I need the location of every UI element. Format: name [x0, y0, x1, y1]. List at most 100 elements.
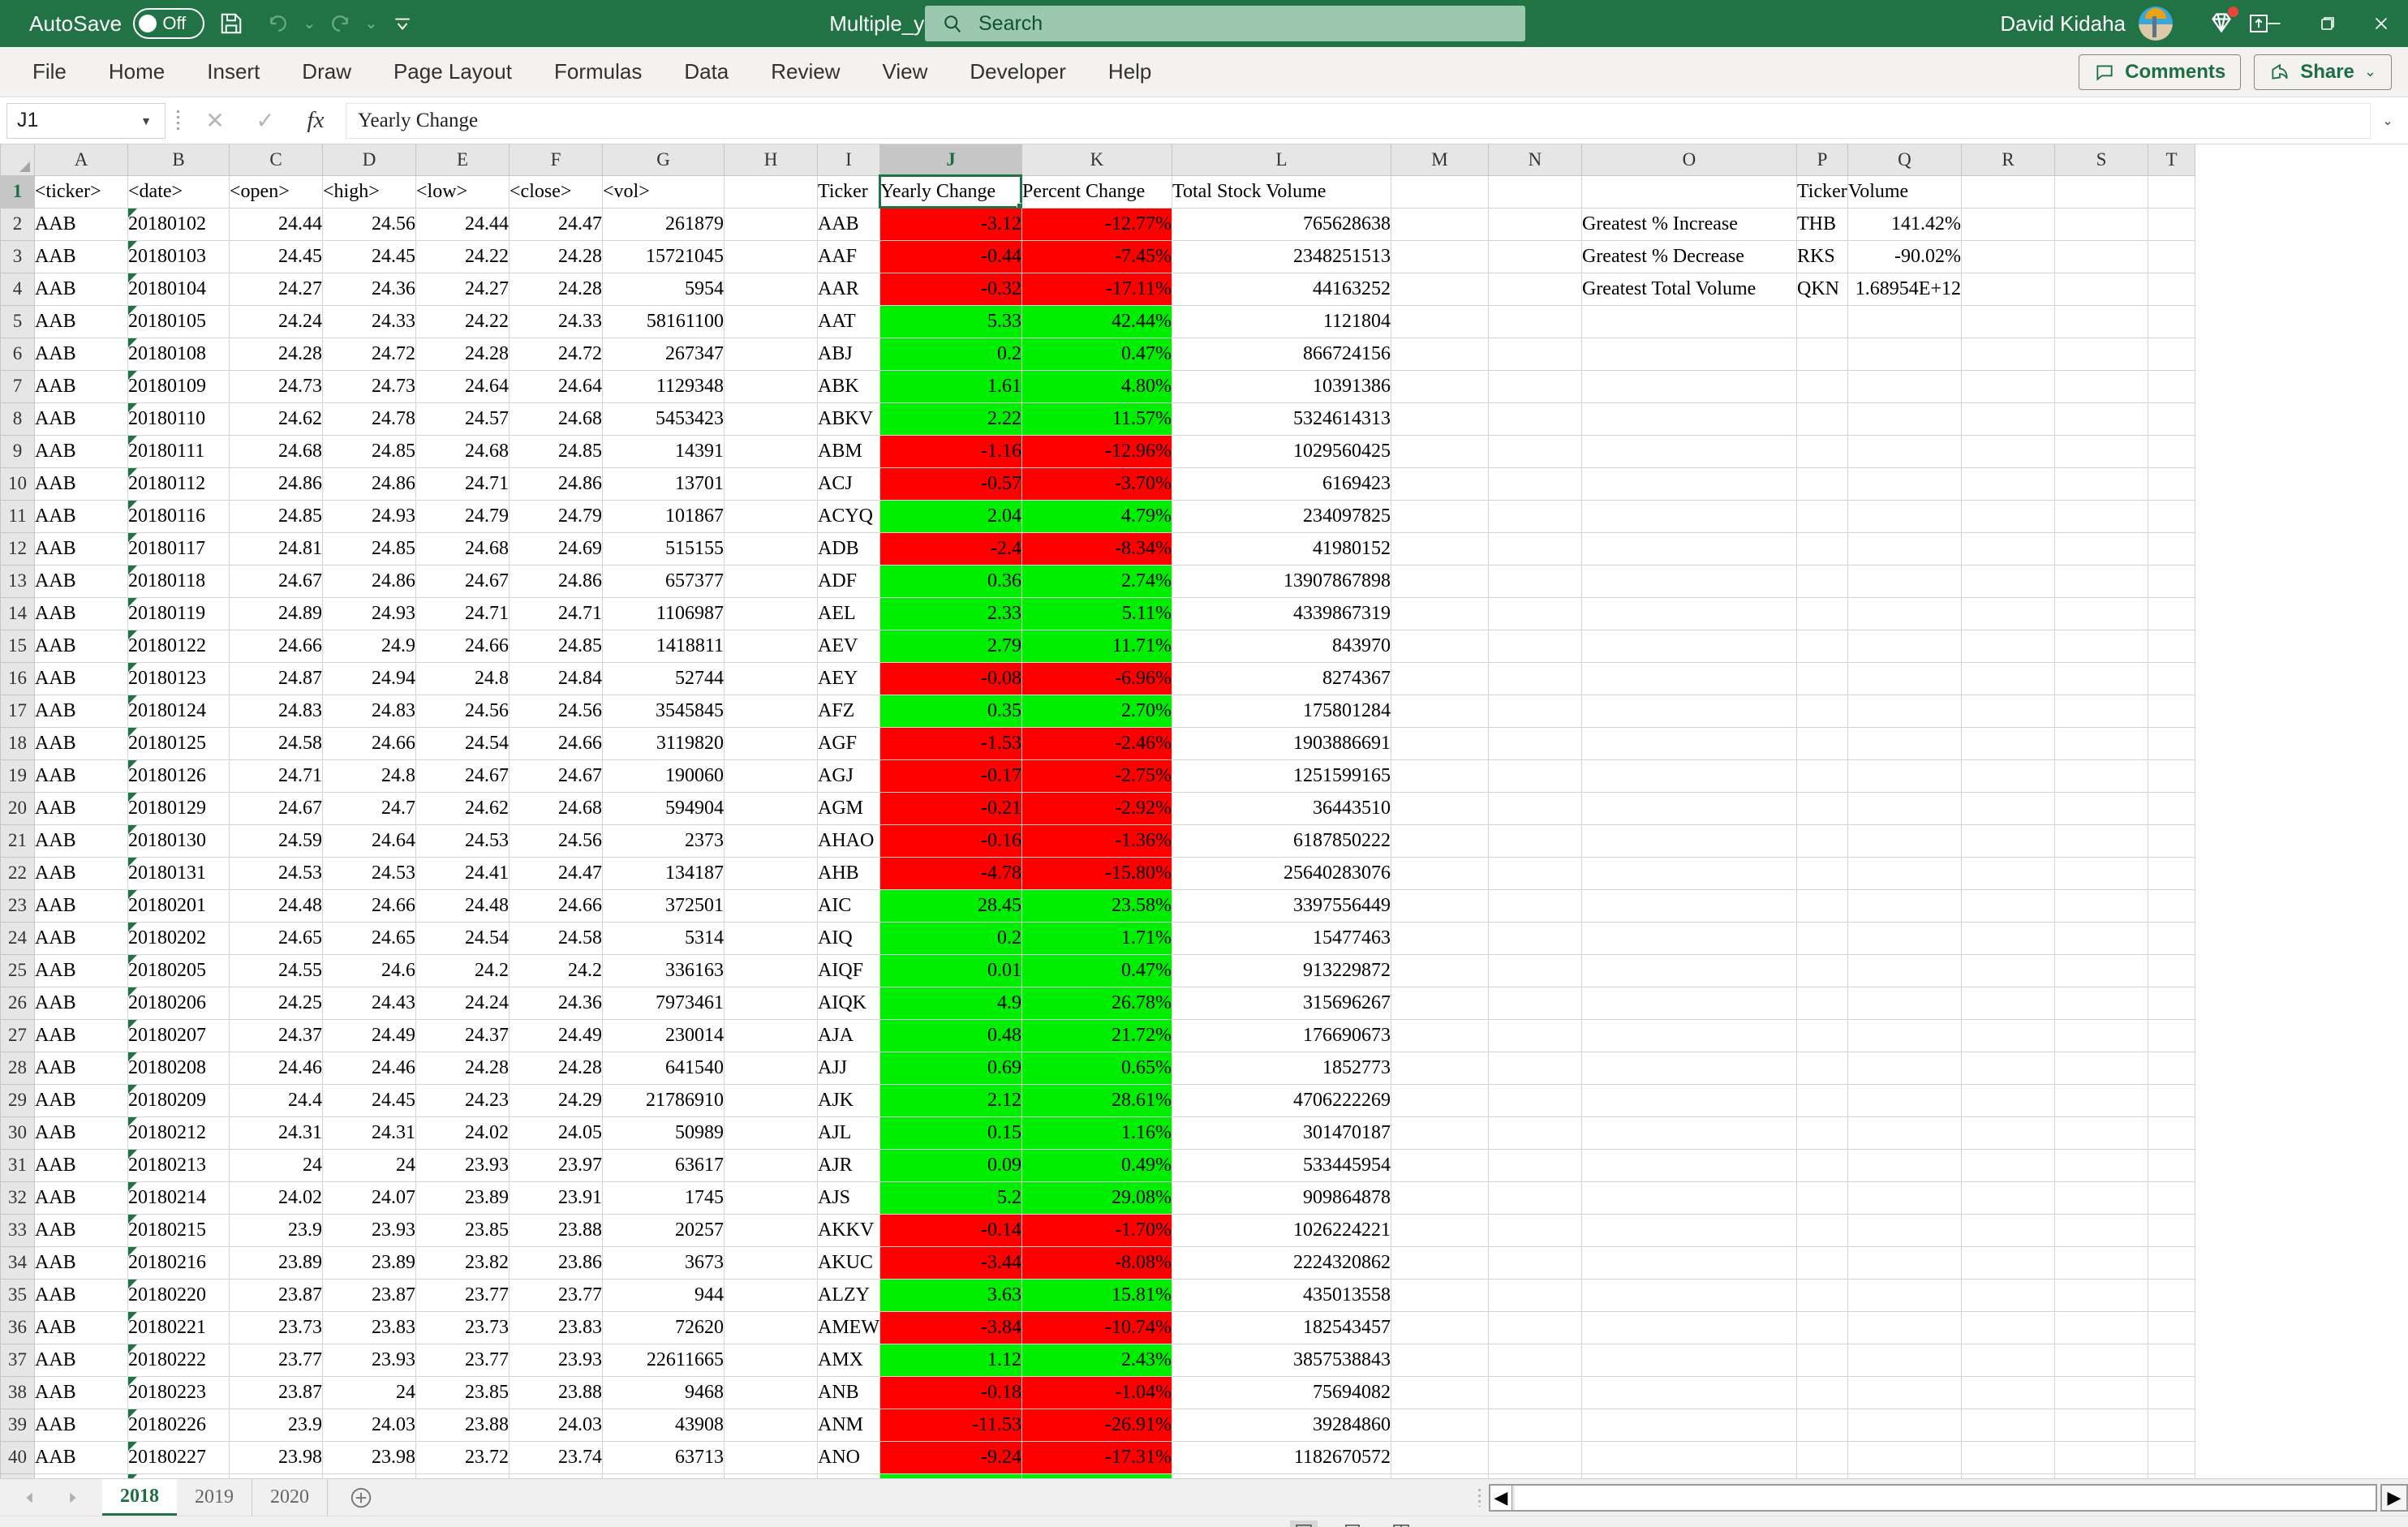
cell-I17[interactable]: AFZ	[817, 695, 880, 728]
cell-O39[interactable]	[1581, 1409, 1797, 1442]
cell-D29[interactable]: 24.45	[322, 1084, 416, 1117]
cell-Q21[interactable]	[1847, 824, 1962, 858]
cell-N37[interactable]	[1488, 1344, 1582, 1377]
cell-Q26[interactable]	[1847, 987, 1962, 1020]
cell-G17[interactable]: 3545845	[602, 695, 725, 728]
cell-J26[interactable]: 4.9	[879, 987, 1022, 1020]
cell-L5[interactable]: 1121804	[1172, 305, 1391, 338]
cell-B13[interactable]: 20180118	[127, 565, 230, 598]
cell-G16[interactable]: 52744	[602, 662, 725, 695]
cell-Q11[interactable]	[1847, 500, 1962, 533]
cell-D23[interactable]: 24.66	[322, 889, 416, 923]
cell-Q28[interactable]	[1847, 1052, 1962, 1085]
cell-B16[interactable]: 20180123	[127, 662, 230, 695]
cell-C1[interactable]: <open>	[229, 175, 323, 209]
cell-N35[interactable]	[1488, 1279, 1582, 1312]
cell-I9[interactable]: ABM	[817, 435, 880, 468]
cell-K3[interactable]: -7.45%	[1021, 240, 1172, 273]
cell-H11[interactable]	[724, 500, 818, 533]
cell-D34[interactable]: 23.89	[322, 1246, 416, 1280]
row-header-34[interactable]: 34	[0, 1245, 35, 1280]
name-box[interactable]: J1 ▼	[6, 102, 166, 139]
autosave-switch[interactable]: Off	[133, 8, 205, 39]
cell-N11[interactable]	[1488, 500, 1582, 533]
cell-L33[interactable]: 1026224221	[1172, 1214, 1391, 1247]
cell-F28[interactable]: 24.28	[509, 1052, 603, 1085]
cell-K21[interactable]: -1.36%	[1021, 824, 1172, 858]
cell-S17[interactable]	[2054, 695, 2148, 728]
cell-N33[interactable]	[1488, 1214, 1582, 1247]
cell-N34[interactable]	[1488, 1246, 1582, 1280]
cell-J25[interactable]: 0.01	[879, 954, 1022, 987]
cell-Q36[interactable]	[1847, 1311, 1962, 1344]
cell-I22[interactable]: AHB	[817, 857, 880, 890]
cell-R10[interactable]	[1961, 467, 2055, 501]
save-icon[interactable]	[204, 0, 258, 47]
cell-F12[interactable]: 24.69	[509, 532, 603, 566]
cell-J2[interactable]: -3.12	[879, 208, 1022, 241]
cell-F2[interactable]: 24.47	[509, 208, 603, 241]
cell-F31[interactable]: 23.97	[509, 1149, 603, 1182]
cell-E22[interactable]: 24.41	[415, 857, 510, 890]
cell-S31[interactable]	[2054, 1149, 2148, 1182]
cell-N15[interactable]	[1488, 630, 1582, 663]
cell-I6[interactable]: ABJ	[817, 338, 880, 371]
cell-B31[interactable]: 20180213	[127, 1149, 230, 1182]
column-header-e[interactable]: E	[415, 144, 510, 176]
cell-M13[interactable]	[1391, 565, 1489, 598]
cell-A31[interactable]: AAB	[34, 1149, 128, 1182]
cell-O38[interactable]	[1581, 1376, 1797, 1409]
cell-I8[interactable]: ABKV	[817, 402, 880, 436]
cell-S24[interactable]	[2054, 922, 2148, 955]
cell-I29[interactable]: AJK	[817, 1084, 880, 1117]
cell-I26[interactable]: AIQK	[817, 987, 880, 1020]
cell-R31[interactable]	[1961, 1149, 2055, 1182]
column-header-h[interactable]: H	[724, 144, 818, 176]
column-header-a[interactable]: A	[34, 144, 128, 176]
cell-F4[interactable]: 24.28	[509, 273, 603, 306]
cell-J10[interactable]: -0.57	[879, 467, 1022, 501]
cell-C35[interactable]: 23.87	[229, 1279, 323, 1312]
cell-H18[interactable]	[724, 727, 818, 760]
cell-C4[interactable]: 24.27	[229, 273, 323, 306]
cell-H4[interactable]	[724, 273, 818, 306]
cell-Q15[interactable]	[1847, 630, 1962, 663]
cell-R17[interactable]	[1961, 695, 2055, 728]
cell-L4[interactable]: 44163252	[1172, 273, 1391, 306]
cell-J32[interactable]: 5.2	[879, 1181, 1022, 1215]
row-header-10[interactable]: 10	[0, 467, 35, 501]
insert-function-icon[interactable]: fx	[290, 103, 341, 139]
cell-R38[interactable]	[1961, 1376, 2055, 1409]
cell-D6[interactable]: 24.72	[322, 338, 416, 371]
cell-T35[interactable]	[2148, 1279, 2195, 1312]
formula-input[interactable]: Yearly Change	[346, 102, 2371, 139]
cell-H6[interactable]	[724, 338, 818, 371]
cell-L8[interactable]: 5324614313	[1172, 402, 1391, 436]
cell-E30[interactable]: 24.02	[415, 1116, 510, 1150]
cell-H19[interactable]	[724, 759, 818, 793]
cell-M27[interactable]	[1391, 1019, 1489, 1052]
cell-D26[interactable]: 24.43	[322, 987, 416, 1020]
cell-N9[interactable]	[1488, 435, 1582, 468]
cell-M22[interactable]	[1391, 857, 1489, 890]
cell-G21[interactable]: 2373	[602, 824, 725, 858]
cell-M23[interactable]	[1391, 889, 1489, 923]
customize-toolbar-icon[interactable]	[381, 0, 424, 47]
cell-I32[interactable]: AJS	[817, 1181, 880, 1215]
cell-H9[interactable]	[724, 435, 818, 468]
cell-I25[interactable]: AIQF	[817, 954, 880, 987]
cell-K22[interactable]: -15.80%	[1021, 857, 1172, 890]
cell-G8[interactable]: 5453423	[602, 402, 725, 436]
comments-button[interactable]: Comments	[2079, 54, 2242, 90]
cell-T22[interactable]	[2148, 857, 2195, 890]
cell-N20[interactable]	[1488, 792, 1582, 825]
cell-P40[interactable]	[1796, 1441, 1848, 1474]
cell-M31[interactable]	[1391, 1149, 1489, 1182]
row-header-6[interactable]: 6	[0, 337, 35, 371]
cell-C3[interactable]: 24.45	[229, 240, 323, 273]
cell-E3[interactable]: 24.22	[415, 240, 510, 273]
cell-B33[interactable]: 20180215	[127, 1214, 230, 1247]
cell-Q14[interactable]	[1847, 597, 1962, 630]
row-header-40[interactable]: 40	[0, 1440, 35, 1474]
cell-J38[interactable]: -0.18	[879, 1376, 1022, 1409]
